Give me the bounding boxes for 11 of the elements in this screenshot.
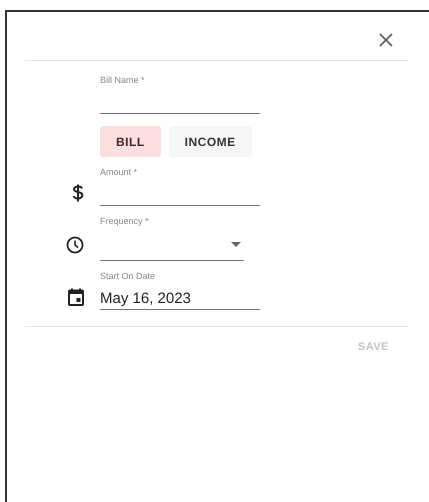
dropdown-arrow-icon <box>231 242 241 246</box>
clock-icon <box>66 236 84 254</box>
type-toggle-button[interactable]: BILL <box>100 126 161 157</box>
amount-field[interactable]: Amount * <box>100 167 260 206</box>
dollar-icon <box>72 184 84 202</box>
bill-name-field[interactable]: Bill Name * <box>100 75 260 114</box>
close-icon[interactable] <box>379 33 393 47</box>
calendar-icon <box>68 288 84 306</box>
type-toggle-button[interactable]: INCOME <box>168 126 252 157</box>
date-field[interactable]: Start On Date May 16, 2023 <box>100 271 260 310</box>
frequency-select[interactable]: Frequency * <box>100 216 244 261</box>
